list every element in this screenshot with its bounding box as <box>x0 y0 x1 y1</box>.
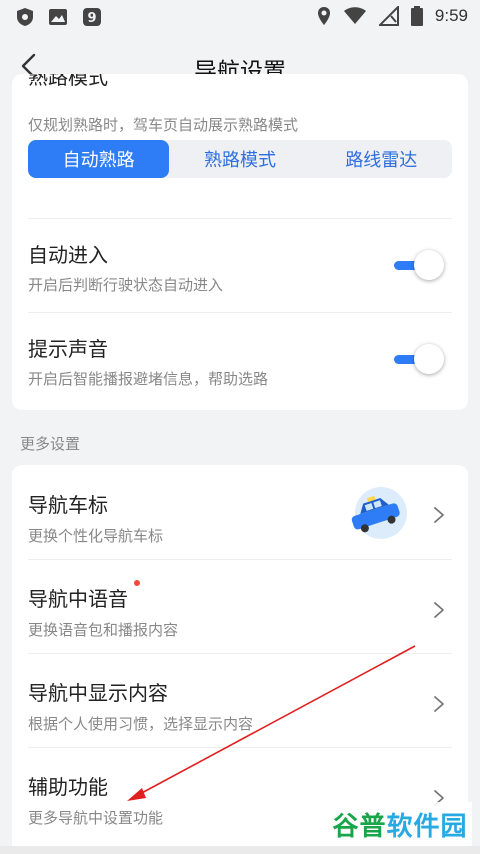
watermark-logo: 谷普 软件园 <box>328 802 472 846</box>
battery-icon <box>410 6 423 26</box>
known-route-mode-description: 仅规划熟路时，驾车页自动展示熟路模式 <box>28 116 299 134</box>
car-marker-thumbnail <box>351 487 407 539</box>
watermark-text-b: 软件园 <box>386 811 468 842</box>
auto-enter-title: 自动进入 <box>28 243 108 267</box>
settings-item-title: 导航车标 <box>28 493 108 517</box>
known-route-segmented-control: 自动熟路 熟路模式 路线雷达 <box>28 140 452 178</box>
divider <box>28 312 452 313</box>
more-settings-card: 导航车标 更换个性化导航车标 导航中语音 更换语音包和播报内容 导航中显示内容 … <box>12 465 468 854</box>
settings-item-title: 导航中语音 <box>28 587 128 611</box>
settings-item-nav-display-content[interactable]: 导航中显示内容 根据个人使用习惯，选择显示内容 <box>12 654 468 747</box>
segment-known-route-mode[interactable]: 熟路模式 <box>169 140 310 178</box>
prompt-sound-subtitle: 开启后智能播报避堵信息，帮助选路 <box>28 370 269 388</box>
settings-item-title: 导航中显示内容 <box>28 681 168 705</box>
clock: 9:59 <box>434 6 468 25</box>
known-route-settings-card: 熟路模式 仅规划熟路时，驾车页自动展示熟路模式 自动熟路 熟路模式 路线雷达 自… <box>12 74 468 410</box>
app-notification-icon: 9 <box>83 8 101 26</box>
prompt-sound-title: 提示声音 <box>28 337 108 361</box>
chevron-right-icon <box>434 602 444 618</box>
settings-item-nav-voice[interactable]: 导航中语音 更换语音包和播报内容 <box>12 560 468 653</box>
auto-enter-toggle[interactable] <box>394 250 444 280</box>
chevron-right-icon <box>434 696 444 712</box>
settings-item-subtitle: 更多导航中设置功能 <box>28 809 164 827</box>
shield-icon <box>17 8 33 26</box>
settings-item-title: 辅助功能 <box>28 775 108 799</box>
watermark-text-a: 谷普 <box>332 811 387 842</box>
no-signal-icon <box>378 6 399 26</box>
known-route-mode-title: 熟路模式 <box>28 74 108 89</box>
svg-text:9: 9 <box>87 11 96 26</box>
new-badge-dot <box>134 580 140 586</box>
settings-item-nav-car-icon[interactable]: 导航车标 更换个性化导航车标 <box>12 465 468 559</box>
settings-item-subtitle: 更换个性化导航车标 <box>28 527 164 545</box>
bottom-edge <box>0 846 480 854</box>
segment-auto-known-route[interactable]: 自动熟路 <box>28 140 170 178</box>
wifi-icon <box>343 7 366 24</box>
status-bar: 9 9:59 <box>0 0 480 34</box>
settings-item-subtitle: 更换语音包和播报内容 <box>28 621 179 639</box>
divider <box>28 218 452 219</box>
auto-enter-subtitle: 开启后判断行驶状态自动进入 <box>28 276 224 294</box>
location-icon <box>317 7 330 25</box>
section-label-more-settings: 更多设置 <box>20 435 81 453</box>
chevron-right-icon <box>434 507 444 523</box>
prompt-sound-toggle[interactable] <box>394 344 444 374</box>
segment-route-radar[interactable]: 路线雷达 <box>311 140 452 178</box>
image-icon <box>49 9 67 25</box>
settings-item-subtitle: 根据个人使用习惯，选择显示内容 <box>28 715 254 733</box>
